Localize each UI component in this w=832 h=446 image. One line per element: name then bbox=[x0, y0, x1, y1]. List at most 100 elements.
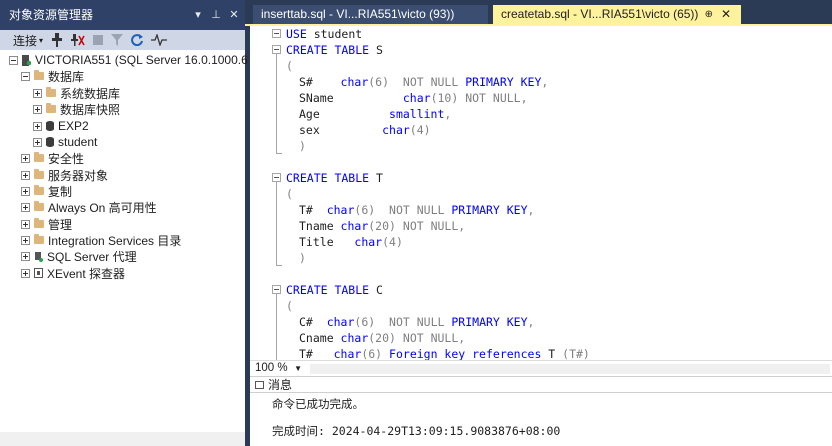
pin-icon[interactable]: ⊕ bbox=[705, 5, 713, 24]
tree-node-security[interactable]: 安全性 bbox=[21, 150, 84, 166]
disconnect-icon[interactable] bbox=[71, 31, 85, 49]
tree-node-label: student bbox=[58, 135, 98, 149]
close-icon[interactable]: ✕ bbox=[721, 5, 731, 24]
code-line: CREATE TABLE T bbox=[286, 170, 383, 186]
tree-node-label: 系统数据库 bbox=[60, 86, 121, 101]
tree-node-exp2[interactable]: EXP2 bbox=[33, 118, 89, 134]
expand-icon[interactable] bbox=[21, 219, 30, 229]
tree-node-integration-services[interactable]: Integration Services 目录 bbox=[21, 232, 181, 248]
expand-icon[interactable] bbox=[21, 235, 30, 245]
tree-node-database-snapshots[interactable]: 数据库快照 bbox=[33, 101, 120, 117]
tab-inserttab[interactable]: inserttab.sql - VI...RIA551\victo (93)) bbox=[253, 5, 488, 24]
fold-end bbox=[276, 153, 282, 154]
expand-icon[interactable] bbox=[21, 251, 30, 261]
expand-icon[interactable] bbox=[21, 170, 30, 180]
tab-messages[interactable]: 消息 bbox=[255, 377, 292, 393]
expand-icon[interactable] bbox=[33, 137, 42, 147]
results-tabs: 消息 bbox=[250, 376, 832, 393]
expand-icon[interactable] bbox=[21, 268, 30, 278]
tab-createtab[interactable]: createtab.sql - VI...RIA551\victo (65)) … bbox=[493, 5, 741, 24]
folder-icon bbox=[34, 218, 44, 228]
expand-icon[interactable] bbox=[33, 104, 42, 114]
code-token: SName bbox=[299, 91, 403, 105]
code-line: C# char(6) NOT NULL PRIMARY KEY, bbox=[299, 314, 534, 330]
fold-end bbox=[276, 265, 282, 266]
tab-label: inserttab.sql - VI...RIA551\victo (93)) bbox=[261, 7, 455, 21]
messages-icon bbox=[255, 381, 264, 389]
expand-icon[interactable] bbox=[33, 88, 42, 98]
activity-monitor-icon[interactable] bbox=[151, 31, 168, 49]
refresh-icon[interactable] bbox=[131, 31, 144, 49]
code-token: USE bbox=[286, 27, 307, 41]
folder-icon bbox=[34, 169, 44, 179]
code-token: CREATE TABLE bbox=[286, 171, 370, 185]
tree-node-label: XEvent 探查器 bbox=[47, 266, 126, 281]
tree-node-student[interactable]: student bbox=[33, 134, 97, 150]
tree-node-replication[interactable]: 复制 bbox=[21, 183, 72, 199]
fold-toggle-icon[interactable] bbox=[272, 29, 281, 38]
code-token: (4) bbox=[382, 235, 403, 249]
code-token: (4) bbox=[409, 123, 431, 137]
code-token: (20) bbox=[368, 331, 396, 345]
filter-icon[interactable] bbox=[111, 31, 124, 49]
zoom-dropdown[interactable]: 100 % ▼ bbox=[252, 361, 306, 377]
editor-status-bar: 100 % ▼ bbox=[250, 360, 832, 376]
expand-icon[interactable] bbox=[33, 121, 42, 131]
tree-node-label: 服务器对象 bbox=[48, 168, 109, 183]
tree-node-management[interactable]: 管理 bbox=[21, 216, 72, 232]
database-icon bbox=[46, 137, 54, 147]
horizontal-scrollbar[interactable] bbox=[0, 432, 245, 446]
tree-node-system-databases[interactable]: 系统数据库 bbox=[33, 85, 120, 101]
chevron-down-icon: ▾ bbox=[39, 35, 44, 45]
window-position-icon[interactable]: ▾ bbox=[191, 0, 205, 30]
fold-toggle-icon[interactable] bbox=[272, 173, 281, 182]
editor-horizontal-scrollbar[interactable] bbox=[310, 364, 830, 374]
tree-node-xevent-profiler[interactable]: XEvent 探查器 bbox=[21, 265, 125, 281]
connect-button[interactable]: 连接 ▾ bbox=[13, 31, 43, 49]
expand-icon[interactable] bbox=[21, 202, 30, 212]
code-line: S# char(6) NOT NULL PRIMARY KEY, bbox=[299, 74, 548, 90]
tree-node-server[interactable]: VICTORIA551 (SQL Server 16.0.1000.6 bbox=[9, 52, 248, 68]
code-line: T# char(6) Foreign key references T (T#) bbox=[299, 346, 590, 360]
tree-node-server-objects[interactable]: 服务器对象 bbox=[21, 167, 108, 183]
tree-node-label: Integration Services 目录 bbox=[48, 233, 182, 248]
fold-toggle-icon[interactable] bbox=[272, 285, 281, 294]
code-token: sex bbox=[299, 123, 383, 137]
code-token: smallint bbox=[389, 107, 445, 121]
message-line: 命令已成功完成。 bbox=[272, 397, 364, 411]
code-token: Foreign key references bbox=[389, 347, 542, 360]
code-token: , bbox=[520, 91, 528, 105]
fold-line bbox=[276, 54, 277, 153]
connect-object-icon[interactable] bbox=[51, 31, 63, 49]
code-token: NOT NULL bbox=[402, 219, 459, 233]
close-panel-icon[interactable]: ✕ bbox=[227, 0, 241, 30]
code-token: Age bbox=[299, 107, 390, 121]
code-line: Tname char(20) NOT NULL, bbox=[299, 218, 465, 234]
collapse-icon[interactable] bbox=[21, 71, 30, 81]
stop-icon[interactable] bbox=[93, 31, 104, 49]
code-token: char bbox=[354, 235, 383, 249]
sql-editor[interactable]: USE student CREATE TABLE S(S# char(6) NOT… bbox=[250, 26, 832, 360]
code-token: Title bbox=[299, 235, 355, 249]
folder-icon bbox=[34, 152, 44, 162]
collapse-icon[interactable] bbox=[9, 55, 18, 65]
code-line: ) bbox=[299, 250, 306, 266]
fold-toggle-icon[interactable] bbox=[272, 45, 281, 54]
auto-hide-pin-icon[interactable]: ⊥ bbox=[209, 0, 223, 30]
tree-node-sql-server-agent[interactable]: SQL Server 代理 bbox=[21, 248, 137, 264]
tree-node-label: 安全性 bbox=[48, 151, 85, 166]
ssms-window: 对象资源管理器 ▾ ⊥ ✕ 连接 ▾ VICTORIA551 (SQL Serv… bbox=[0, 0, 832, 446]
expand-icon[interactable] bbox=[21, 153, 30, 163]
code-token: char bbox=[340, 219, 369, 233]
code-token: , bbox=[444, 107, 452, 121]
tree-node-databases[interactable]: 数据库 bbox=[21, 68, 84, 84]
expand-icon[interactable] bbox=[21, 186, 30, 196]
code-line: CREATE TABLE S bbox=[286, 42, 383, 58]
tree-node-always-on[interactable]: Always On 高可用性 bbox=[21, 199, 157, 215]
tree-node-label: VICTORIA551 (SQL Server 16.0.1000.6 bbox=[35, 53, 248, 67]
code-token: CREATE TABLE bbox=[286, 283, 370, 297]
document-tabs: inserttab.sql - VI...RIA551\victo (93)) … bbox=[245, 0, 832, 24]
